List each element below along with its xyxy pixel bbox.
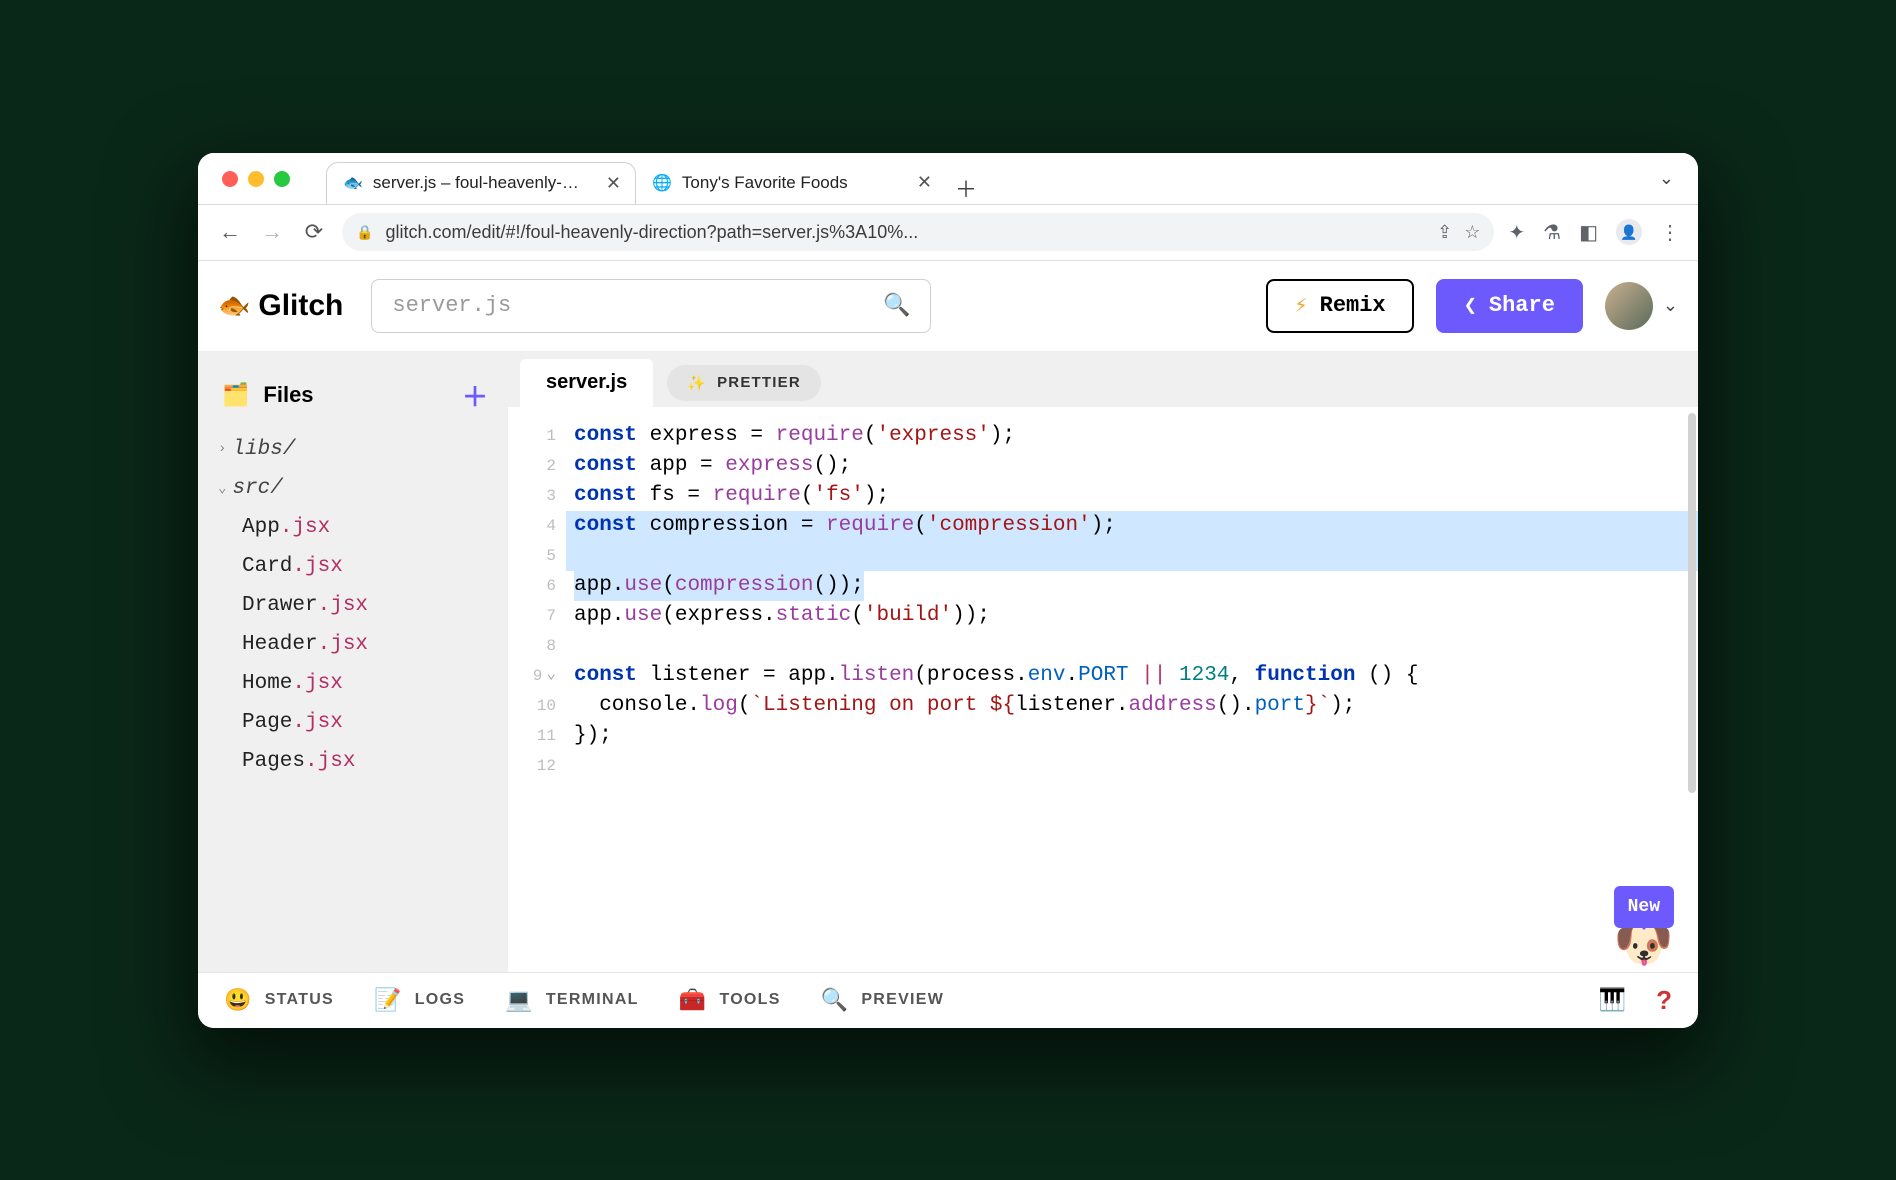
reload-button[interactable]: ⟳ — [300, 219, 328, 245]
file-item[interactable]: App.jsx — [212, 512, 498, 543]
share-button[interactable]: ❮ Share — [1436, 279, 1583, 333]
footer-item-status[interactable]: 😃STATUS — [224, 987, 334, 1013]
share-icon: ❮ — [1464, 293, 1477, 319]
file-item[interactable]: Page.jsx — [212, 707, 498, 738]
url-text: glitch.com/edit/#!/foul-heavenly-directi… — [385, 222, 1425, 243]
logs-icon: 📝 — [374, 987, 403, 1013]
window-minimize-icon[interactable] — [248, 171, 264, 187]
share-url-icon[interactable]: ⇪ — [1437, 222, 1452, 243]
prettier-label: PRETTIER — [717, 374, 801, 391]
new-tab-button[interactable]: ＋ — [946, 172, 986, 204]
bolt-icon: ⚡ — [1294, 293, 1307, 319]
tabs-overflow-button[interactable]: ⌄ — [1659, 168, 1674, 189]
folder[interactable]: ›libs/ — [212, 434, 498, 465]
favicon: 🌐 — [652, 173, 672, 193]
browser-window: 🐟 server.js – foul-heavenly-direct ✕🌐 To… — [198, 153, 1698, 1028]
dog-icon: 🐶 — [1614, 934, 1674, 964]
share-label: Share — [1489, 293, 1555, 318]
browser-tab[interactable]: 🐟 server.js – foul-heavenly-direct ✕ — [326, 162, 636, 204]
footer-item-preview[interactable]: 🔍PREVIEW — [821, 987, 944, 1013]
scrollbar[interactable] — [1688, 413, 1696, 793]
app-header: 🐟 Glitch server.js 🔍 ⚡ Remix ❮ Share ⌄ — [198, 261, 1698, 351]
browser-tabstrip: 🐟 server.js – foul-heavenly-direct ✕🌐 To… — [326, 153, 946, 204]
tab-title: server.js – foul-heavenly-direct — [373, 173, 583, 193]
files-header: 🗂️ Files ＋ — [212, 371, 498, 420]
file-item[interactable]: Drawer.jsx — [212, 590, 498, 621]
close-tab-icon[interactable]: ✕ — [917, 172, 932, 193]
editor-tabbar: server.js ✨ PRETTIER — [508, 351, 1698, 407]
editor-area: server.js ✨ PRETTIER 123456789101112 con… — [508, 351, 1698, 972]
sidebar: 🗂️ Files ＋ ›libs/ ⌄src/App.jsx Card.jsx Dra… — [198, 351, 508, 972]
add-file-button[interactable]: ＋ — [462, 377, 488, 414]
panel-icon[interactable]: ◧ — [1579, 220, 1598, 245]
sparkle-icon: ✨ — [687, 374, 707, 392]
piano-icon[interactable]: 🎹 — [1599, 987, 1626, 1013]
window-close-icon[interactable] — [222, 171, 238, 187]
search-placeholder: server.js — [392, 293, 883, 318]
favicon: 🐟 — [343, 173, 363, 193]
footer-item-terminal[interactable]: 💻TERMINAL — [505, 987, 639, 1013]
profile-icon[interactable]: 👤 — [1616, 219, 1642, 245]
menu-icon[interactable]: ⋮ — [1660, 220, 1680, 245]
remix-button[interactable]: ⚡ Remix — [1266, 279, 1413, 333]
avatar — [1605, 282, 1653, 330]
lock-icon: 🔒 — [356, 224, 373, 241]
traffic-lights — [222, 171, 290, 187]
glitch-logo-text: Glitch — [258, 289, 343, 323]
back-button[interactable]: ← — [216, 219, 244, 245]
footer-items: 😃STATUS 📝LOGS 💻TERMINAL 🧰TOOLS 🔍PREVIEW — [224, 987, 944, 1013]
gutter: 123456789101112 — [508, 421, 566, 972]
browser-tab[interactable]: 🌐 Tony's Favorite Foods ✕ — [636, 162, 946, 204]
window-maximize-icon[interactable] — [274, 171, 290, 187]
footer: 😃STATUS 📝LOGS 💻TERMINAL 🧰TOOLS 🔍PREVIEW 🎹 ? — [198, 972, 1698, 1028]
file-item[interactable]: Header.jsx — [212, 629, 498, 660]
footer-item-logs[interactable]: 📝LOGS — [374, 987, 465, 1013]
address-bar: ← → ⟳ 🔒 glitch.com/edit/#!/foul-heavenly… — [198, 205, 1698, 261]
search-icon: 🔍 — [883, 293, 910, 319]
bookmark-icon[interactable]: ☆ — [1464, 222, 1480, 243]
folder[interactable]: ⌄src/ — [212, 473, 498, 504]
terminal-icon: 💻 — [505, 987, 534, 1013]
code-editor[interactable]: 123456789101112 const express = require(… — [508, 407, 1698, 972]
file-tree: ›libs/ ⌄src/App.jsx Card.jsx Drawer.jsx Head… — [212, 434, 498, 777]
titlebar: 🐟 server.js – foul-heavenly-direct ✕🌐 To… — [198, 153, 1698, 205]
glitch-logo[interactable]: 🐟 Glitch — [218, 289, 343, 323]
editor-tab-label: server.js — [546, 371, 627, 394]
main: 🗂️ Files ＋ ›libs/ ⌄src/App.jsx Card.jsx Dra… — [198, 351, 1698, 972]
code: const express = require('express');const… — [566, 421, 1698, 972]
tab-title: Tony's Favorite Foods — [682, 173, 848, 193]
file-item[interactable]: Home.jsx — [212, 668, 498, 699]
url-field[interactable]: 🔒 glitch.com/edit/#!/foul-heavenly-direc… — [342, 213, 1494, 251]
prettier-button[interactable]: ✨ PRETTIER — [667, 365, 821, 401]
help-button[interactable]: ? — [1656, 985, 1672, 1016]
editor-tab-active[interactable]: server.js — [520, 359, 653, 407]
mascot[interactable]: New 🐶 — [1614, 886, 1674, 964]
footer-item-tools[interactable]: 🧰TOOLS — [679, 987, 781, 1013]
chevron-down-icon: ⌄ — [1663, 295, 1678, 316]
glitch-logo-icon: 🐟 — [218, 290, 250, 321]
file-item[interactable]: Pages.jsx — [212, 746, 498, 777]
search-input[interactable]: server.js 🔍 — [371, 279, 931, 333]
close-tab-icon[interactable]: ✕ — [606, 173, 621, 194]
toolbar-icons: ✦ ⚗ ◧ 👤 ⋮ — [1508, 219, 1680, 245]
preview-icon: 🔍 — [821, 987, 850, 1013]
file-item[interactable]: Card.jsx — [212, 551, 498, 582]
tools-icon: 🧰 — [679, 987, 708, 1013]
forward-button[interactable]: → — [258, 219, 286, 245]
files-title: Files — [263, 382, 313, 408]
files-icon: 🗂️ — [222, 382, 249, 408]
new-badge: New — [1614, 886, 1674, 928]
extensions-icon[interactable]: ✦ — [1508, 220, 1525, 245]
status-icon: 😃 — [224, 987, 253, 1013]
labs-icon[interactable]: ⚗ — [1543, 220, 1561, 245]
remix-label: Remix — [1320, 293, 1386, 318]
user-menu[interactable]: ⌄ — [1605, 282, 1678, 330]
